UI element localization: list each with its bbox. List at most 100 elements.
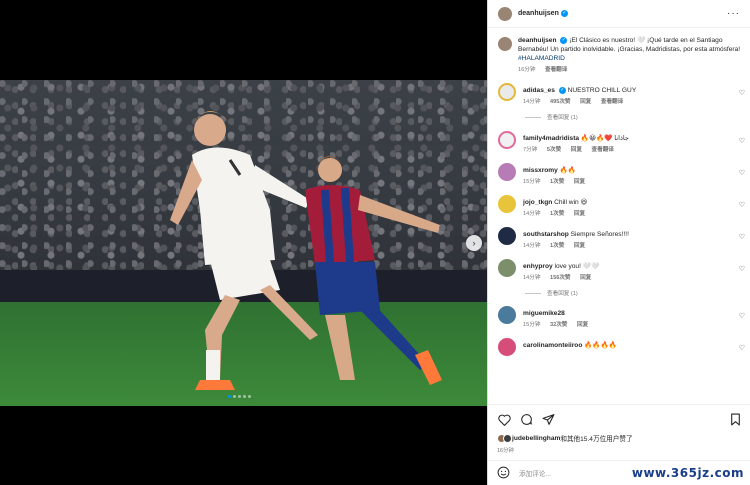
liker-username[interactable]: judebellingham — [512, 435, 560, 442]
author-username[interactable]: deanhuijsen — [518, 10, 559, 17]
like-comment-heart-icon[interactable]: ♡ — [739, 312, 745, 320]
comment-avatar[interactable] — [498, 131, 516, 149]
like-comment-heart-icon[interactable]: ♡ — [739, 233, 745, 241]
comment-time: 15分钟 — [523, 179, 541, 185]
view-replies-link[interactable]: 查看回复 (1) — [525, 289, 750, 297]
comment-text: NUESTRO CHILL GUY — [567, 87, 637, 94]
carousel-dot — [248, 395, 251, 398]
reply-button[interactable]: 回复 — [574, 211, 585, 217]
share-send-icon[interactable] — [541, 413, 555, 427]
post-media: › — [0, 0, 487, 485]
carousel-dot — [228, 395, 231, 398]
comment-text: Siempre Señores!!!! — [570, 231, 629, 238]
instagram-post-view: › deanhuijsen ✓ ··· deanhuijsen ✓ ¡El Cl… — [0, 0, 750, 485]
comment-likes[interactable]: 1次赞 — [550, 211, 564, 217]
comment-avatar[interactable] — [498, 83, 516, 101]
next-photo-icon[interactable]: › — [466, 235, 482, 251]
like-comment-heart-icon[interactable]: ♡ — [739, 265, 745, 273]
comment-item: southstarshop Siempre Señores!!!! 14分钟 1… — [488, 227, 750, 251]
like-comment-heart-icon[interactable]: ♡ — [739, 201, 745, 209]
comment-avatar[interactable] — [498, 195, 516, 213]
reply-button[interactable]: 回复 — [577, 322, 588, 328]
verified-badge-icon: ✓ — [558, 86, 566, 94]
reply-button[interactable]: 回复 — [574, 243, 585, 249]
comments-scroll-area[interactable]: deanhuijsen ✓ ¡El Clásico es nuestro! 🤍 … — [488, 36, 750, 404]
comment-item: jojo_tkgn Chill win 😆 14分钟 1次赞 回复 ♡ — [488, 195, 750, 219]
post-caption: deanhuijsen ✓ ¡El Clásico es nuestro! 🤍 … — [488, 36, 750, 75]
caption-hashtag[interactable]: #HALAMADRID — [518, 55, 565, 62]
comment-username[interactable]: carolinamonteiiroo — [523, 342, 582, 349]
comment-likes[interactable]: 1次赞 — [550, 179, 564, 185]
reply-button[interactable]: 回复 — [580, 275, 591, 281]
comment-username[interactable]: adidas_es — [523, 87, 555, 94]
comment-item: family4madridista 🔥😀🔥❤️ جاذانا 7分钟 5次赞 回… — [488, 131, 750, 155]
see-translation-link[interactable]: 查看翻译 — [545, 67, 567, 73]
caption-avatar[interactable] — [498, 37, 512, 51]
comment-text: 🔥🔥 — [559, 167, 577, 174]
bookmark-save-icon[interactable] — [728, 413, 742, 427]
like-heart-icon[interactable] — [497, 413, 511, 427]
comment-input[interactable]: 添加评论... — [519, 468, 551, 478]
more-options-icon[interactable]: ··· — [727, 8, 740, 19]
verified-badge-icon: ✓ — [560, 10, 568, 17]
see-translation-link[interactable]: 查看翻译 — [592, 147, 614, 153]
comment-username[interactable]: family4madridista — [523, 135, 579, 142]
like-comment-heart-icon[interactable]: ♡ — [739, 169, 745, 177]
comment-username[interactable]: jojo_tkgn — [523, 199, 552, 206]
comment-time: 15分钟 — [523, 322, 541, 328]
view-replies-link[interactable]: 查看回复 (1) — [525, 113, 750, 121]
like-comment-heart-icon[interactable]: ♡ — [739, 89, 745, 97]
likes-summary[interactable]: judebellingham 和其他15.4万位用户赞了 — [497, 433, 633, 443]
player-white-kit — [170, 111, 318, 390]
comment-username[interactable]: missxromy — [523, 167, 558, 174]
comment-item: enhyproy love you! 🤍🤍 14分钟 156次赞 回复 ♡ — [488, 259, 750, 283]
comment-likes[interactable]: 5次赞 — [547, 147, 561, 153]
comment-item: missxromy 🔥🔥 15分钟 1次赞 回复 ♡ — [488, 163, 750, 187]
post-side-panel: deanhuijsen ✓ ··· deanhuijsen ✓ ¡El Clás… — [487, 0, 750, 485]
comment-text: love you! 🤍🤍 — [554, 263, 600, 270]
like-comment-heart-icon[interactable]: ♡ — [739, 344, 745, 352]
post-actions-bar — [488, 404, 750, 434]
post-timestamp: 16分钟 — [497, 448, 514, 454]
comment-likes[interactable]: 156次赞 — [550, 275, 571, 281]
comment-item: miguemike28 15分钟 32次赞 回复 ♡ — [488, 306, 750, 330]
comment-avatar[interactable] — [498, 306, 516, 324]
comment-username[interactable]: southstarshop — [523, 231, 569, 238]
comment-text: 🔥🔥🔥🔥 — [584, 342, 618, 349]
carousel-dot — [233, 395, 236, 398]
carousel-dot — [243, 395, 246, 398]
comment-avatar[interactable] — [498, 227, 516, 245]
comment-text: Chill win 😆 — [554, 199, 588, 206]
site-watermark: www.365jz.com — [631, 466, 744, 480]
comment-likes[interactable]: 1次赞 — [550, 243, 564, 249]
post-header: deanhuijsen ✓ ··· — [488, 0, 750, 28]
carousel-dot — [238, 395, 241, 398]
author-avatar[interactable] — [498, 6, 512, 21]
carousel-dots — [228, 395, 251, 398]
comment-avatar[interactable] — [498, 338, 516, 356]
comment-likes[interactable]: 495次赞 — [550, 99, 571, 105]
reply-button[interactable]: 回复 — [574, 179, 585, 185]
comment-text: 🔥😀🔥❤️ جاذانا — [580, 135, 629, 142]
likes-count-text: 和其他15.4万位用户赞了 — [560, 436, 633, 443]
comment-time: 14分钟 — [523, 243, 541, 249]
caption-username[interactable]: deanhuijsen — [518, 37, 556, 44]
comment-time: 14分钟 — [523, 211, 541, 217]
comment-likes[interactable]: 32次赞 — [550, 322, 567, 328]
comment-username[interactable]: miguemike28 — [523, 310, 565, 317]
comment-avatar[interactable] — [498, 259, 516, 277]
like-comment-heart-icon[interactable]: ♡ — [739, 137, 745, 145]
see-translation-link[interactable]: 查看翻译 — [601, 99, 623, 105]
comment-time: 7分钟 — [523, 147, 538, 153]
reply-button[interactable]: 回复 — [571, 147, 582, 153]
comment-username[interactable]: enhyproy — [523, 263, 553, 270]
reply-button[interactable]: 回复 — [580, 99, 591, 105]
comment-item: adidas_es ✓ NUESTRO CHILL GUY 14分钟 495次赞… — [488, 83, 750, 107]
comment-avatar[interactable] — [498, 163, 516, 181]
emoji-icon[interactable] — [497, 466, 510, 481]
post-photo — [0, 80, 487, 406]
caption-time: 16分钟 — [518, 67, 536, 73]
player-blue-red-kit — [305, 156, 442, 385]
verified-badge-icon: ✓ — [560, 36, 568, 44]
comment-bubble-icon[interactable] — [519, 413, 533, 427]
